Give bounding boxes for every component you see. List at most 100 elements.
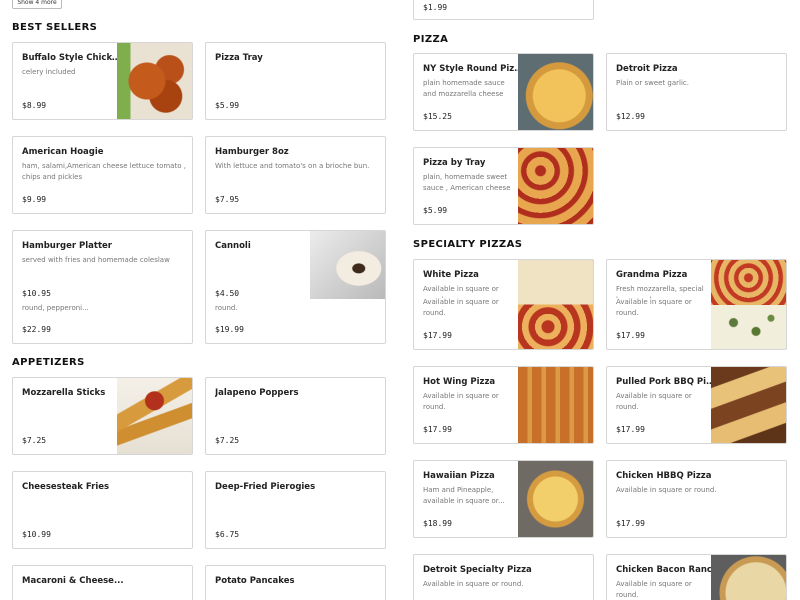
item-price: $17.99 xyxy=(616,519,645,528)
menu-item-card[interactable]: Grandma Pizza Fresh mozzarella, special … xyxy=(606,259,787,350)
hawaiian-pizza-image xyxy=(518,461,593,537)
menu-item-card[interactable]: Pulled Pork BBQ Pizza Available in squar… xyxy=(606,366,787,444)
item-price: $4.50 xyxy=(215,289,240,298)
overlapping-description: Available in square or round. xyxy=(616,298,692,317)
item-name: Mozzarella Sticks xyxy=(22,388,106,398)
pizza-tray-image xyxy=(518,148,593,224)
menu-item-card[interactable]: Pizza by Tray plain, homemade sweet sauc… xyxy=(413,147,594,225)
buffalo-wings-image xyxy=(117,43,192,119)
item-name: Hamburger 8oz xyxy=(215,147,289,157)
menu-item-card[interactable]: Macaroni & Cheese... xyxy=(12,565,193,600)
menu-item-card[interactable]: Buffalo Style Chicke... celery included … xyxy=(12,42,193,120)
item-price: $12.99 xyxy=(616,112,645,121)
bbq-pizza-image xyxy=(711,367,786,443)
section-title-appetizers: APPETIZERS xyxy=(12,357,85,368)
menu-item-card[interactable]: Hot Wing Pizza Available in square or ro… xyxy=(413,366,594,444)
item-description: Fresh mozzarella, special homemade sauce… xyxy=(616,285,704,298)
white-pizza-image xyxy=(518,260,593,349)
item-price: $1.99 xyxy=(423,3,448,12)
overlapping-price: $19.99 xyxy=(215,325,244,334)
chicken-bacon-ranch-pizza-image xyxy=(711,555,786,600)
item-price: $10.99 xyxy=(22,530,51,539)
menu-item-card[interactable]: Potato Pancakes xyxy=(205,565,386,600)
item-price: $17.99 xyxy=(616,425,645,434)
section-title-pizza: PIZZA xyxy=(413,34,449,45)
item-name: Pizza Tray xyxy=(215,53,263,63)
item-name: Hot Wing Pizza xyxy=(423,377,496,387)
item-price: $9.99 xyxy=(22,195,47,204)
item-price: $17.99 xyxy=(616,331,645,340)
item-price: $7.25 xyxy=(215,436,240,445)
item-price: $7.95 xyxy=(215,195,240,204)
menu-item-card[interactable]: Cheesesteak Fries $10.99 xyxy=(12,471,193,549)
item-price: $6.75 xyxy=(215,530,240,539)
section-title-specialty-pizzas: SPECIALTY PIZZAS xyxy=(413,239,523,250)
item-name: Macaroni & Cheese... xyxy=(22,576,124,586)
menu-item-card[interactable]: American Hoagie ham, salami,American che… xyxy=(12,136,193,214)
item-description: Available in square or round. xyxy=(423,392,499,411)
item-name: Grandma Pizza xyxy=(616,270,688,280)
item-name: Cheesesteak Fries xyxy=(22,482,110,492)
cannoli-image xyxy=(310,231,385,299)
item-description: Available in square or round. xyxy=(616,392,692,411)
section-title-best-sellers: BEST SELLERS xyxy=(12,22,98,33)
menu-item-card[interactable]: Hamburger 8oz With lettuce and tomato's … xyxy=(205,136,386,214)
item-name: White Pizza xyxy=(423,270,479,280)
overlapping-description: Available in square or round. xyxy=(423,298,499,317)
item-price: $7.25 xyxy=(22,436,47,445)
item-description: Available in square or round. xyxy=(616,580,692,599)
item-name: Detroit Specialty Pizza xyxy=(423,565,532,575)
menu-item-card[interactable]: Deep-Fried Pierogies $6.75 xyxy=(205,471,386,549)
menu-item-card[interactable]: Pizza Tray $5.99 xyxy=(205,42,386,120)
overlapping-description: round. xyxy=(215,304,238,312)
menu-item-card[interactable]: Hawaiian Pizza Ham and Pineapple, availa… xyxy=(413,460,594,538)
item-price: $18.99 xyxy=(423,519,452,528)
item-price: $15.25 xyxy=(423,112,452,121)
menu-item-card[interactable]: Chicken HBBQ Pizza Available in square o… xyxy=(606,460,787,538)
menu-item-card[interactable]: Hamburger Platter served with fries and … xyxy=(12,230,193,344)
menu-item-card-partial[interactable]: $1.99 xyxy=(413,0,594,20)
item-name: Cannoli xyxy=(215,241,251,251)
ny-round-pizza-image xyxy=(518,54,593,130)
hot-wing-pizza-image xyxy=(518,367,593,443)
item-description: Plain or sweet garlic. xyxy=(616,79,689,87)
grandma-pizza-image xyxy=(711,260,786,349)
item-description: With lettuce and tomato's on a brioche b… xyxy=(215,162,370,170)
item-name: Chicken Bacon Ranch xyxy=(616,565,718,575)
show-more-button[interactable]: Show 4 more xyxy=(12,0,62,9)
item-description: Available in square or round. xyxy=(616,486,717,494)
menu-item-card[interactable]: Detroit Specialty Pizza Available in squ… xyxy=(413,554,594,600)
mozzarella-sticks-image xyxy=(117,378,192,454)
item-name: Deep-Fried Pierogies xyxy=(215,482,316,492)
item-price: $5.99 xyxy=(423,206,448,215)
item-name: Buffalo Style Chicke... xyxy=(22,53,122,63)
item-description: ham, salami,American cheese lettuce toma… xyxy=(22,162,186,181)
menu-item-card[interactable]: Cannoli $4.50 round. $19.99 xyxy=(205,230,386,344)
item-price: $8.99 xyxy=(22,101,47,110)
item-name: Chicken HBBQ Pizza xyxy=(616,471,712,481)
item-name: NY Style Round Pizza xyxy=(423,64,523,74)
item-name: Potato Pancakes xyxy=(215,576,295,586)
menu-item-card[interactable]: Chicken Bacon Ranch Available in square … xyxy=(606,554,787,600)
menu-item-card[interactable]: Detroit Pizza Plain or sweet garlic. $12… xyxy=(606,53,787,131)
item-name: Pizza by Tray xyxy=(423,158,486,168)
item-name: Jalapeno Poppers xyxy=(215,388,299,398)
menu-item-card[interactable]: White Pizza Available in square or round… xyxy=(413,259,594,350)
item-name: Hamburger Platter xyxy=(22,241,112,251)
item-description: plain, homemade sweet sauce , American c… xyxy=(423,173,511,192)
item-price: $5.99 xyxy=(215,101,240,110)
overlapping-price: $22.99 xyxy=(22,325,51,334)
item-description: celery included xyxy=(22,68,76,76)
menu-item-card[interactable]: Jalapeno Poppers $7.25 xyxy=(205,377,386,455)
item-description: Ham and Pineapple, available in square o… xyxy=(423,486,505,505)
item-name: American Hoagie xyxy=(22,147,104,157)
item-description: Available in square or round. xyxy=(423,285,499,298)
item-name: Hawaiian Pizza xyxy=(423,471,495,481)
item-name: Pulled Pork BBQ Pizza xyxy=(616,377,716,387)
menu-item-card[interactable]: NY Style Round Pizza plain homemade sauc… xyxy=(413,53,594,131)
menu-item-card[interactable]: Mozzarella Sticks $7.25 xyxy=(12,377,193,455)
item-name: Detroit Pizza xyxy=(616,64,678,74)
item-price: $17.99 xyxy=(423,425,452,434)
item-price: $10.95 xyxy=(22,289,51,298)
overlapping-description: round, pepperoni... xyxy=(22,304,89,312)
